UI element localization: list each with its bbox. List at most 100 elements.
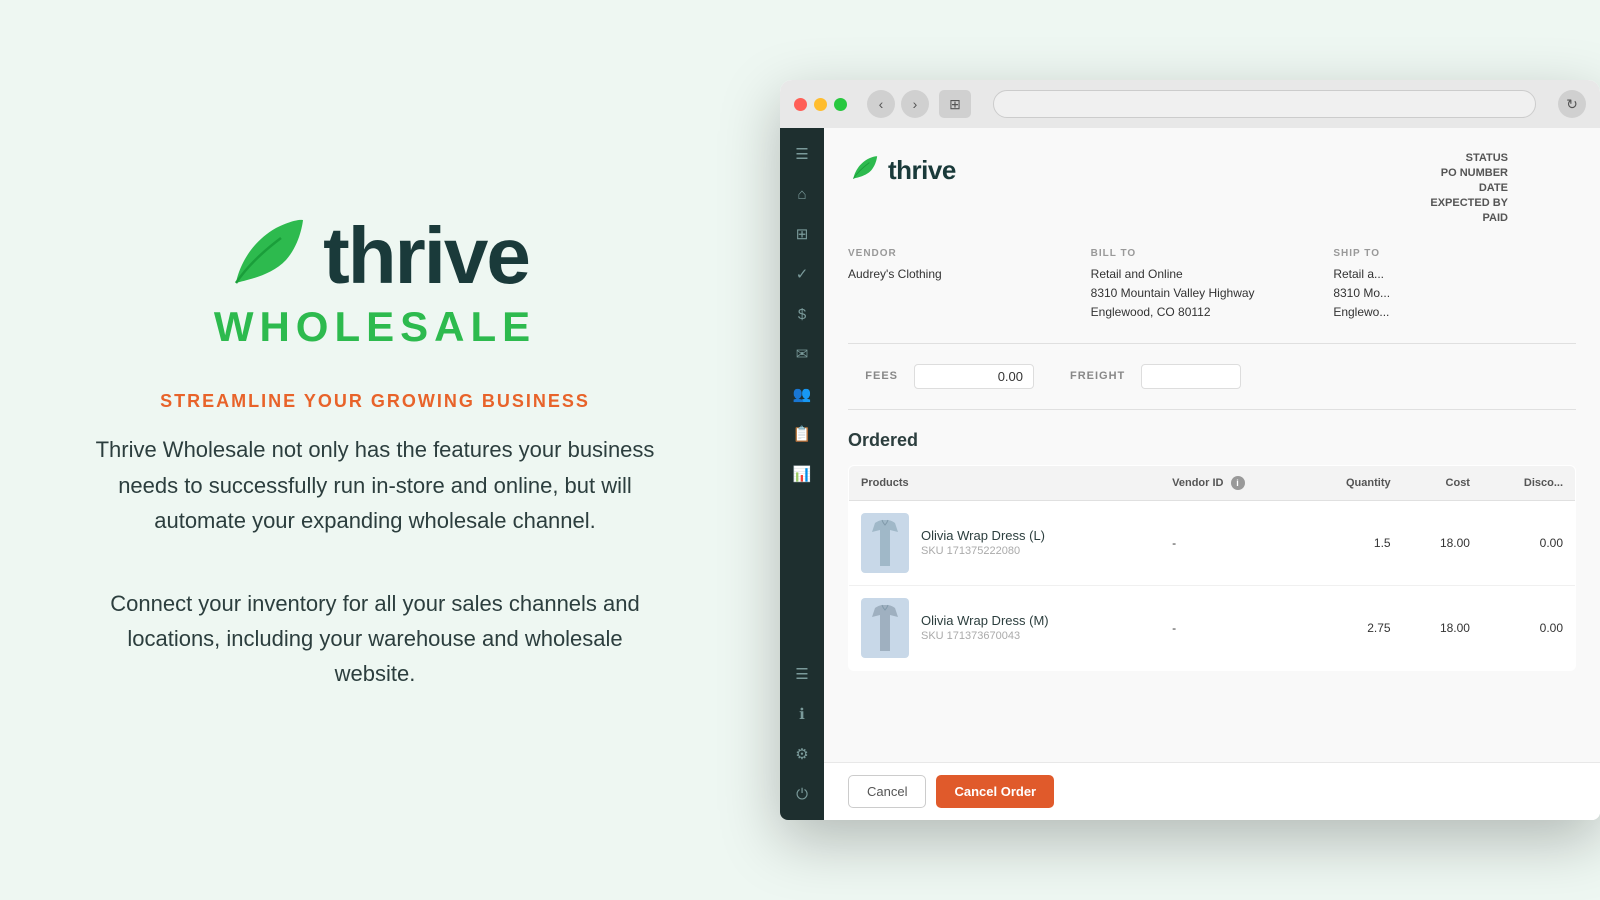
status-label: STATUS	[1418, 152, 1508, 164]
product-info-wrap-1: Olivia Wrap Dress (L) SKU 171375222080	[861, 513, 1148, 573]
sidebar-docs-icon[interactable]: 📋	[784, 416, 820, 452]
vendor-section: VENDOR Audrey's Clothing BILL TO Retail …	[848, 248, 1576, 344]
meta-row-po: PO NUMBER	[1418, 167, 1576, 179]
sidebar-home-icon[interactable]: ⌂	[784, 176, 820, 212]
back-button[interactable]: ‹	[867, 90, 895, 118]
vendor-id-1: -	[1160, 500, 1302, 585]
ordered-title: Ordered	[848, 430, 1576, 451]
bill-to-name: Retail and Online	[1091, 265, 1334, 284]
url-bar[interactable]	[993, 90, 1536, 118]
left-panel: thrive WHOLESALE STREAMLINE YOUR GROWING…	[0, 0, 750, 900]
product-cell-1: Olivia Wrap Dress (L) SKU 171375222080	[849, 500, 1161, 585]
layout-button[interactable]: ⊞	[939, 90, 971, 118]
product-sku-1: SKU 171375222080	[921, 545, 1045, 557]
quantity-1: 1.5	[1302, 500, 1403, 585]
logo-wholesale-text: WHOLESALE	[214, 303, 536, 351]
bill-to-col: BILL TO Retail and Online 8310 Mountain …	[1091, 248, 1334, 323]
minimize-button[interactable]	[814, 98, 827, 111]
sidebar-check-icon[interactable]: ✓	[784, 256, 820, 292]
sidebar-dollar-icon[interactable]: $	[784, 296, 820, 332]
expected-by-value	[1516, 197, 1576, 209]
col-discount: Disco...	[1482, 465, 1576, 500]
sidebar-menu-icon[interactable]: ☰	[784, 136, 820, 172]
product-cell-2: Olivia Wrap Dress (M) SKU 171373670043	[849, 585, 1161, 670]
paid-label: PAID	[1418, 212, 1508, 224]
browser-window: ‹ › ⊞ ↻ ☰ ⌂ ⊞ ✓ $ ✉ 👥 📋 📊 ☰ ℹ	[780, 80, 1600, 820]
discount-2: 0.00	[1482, 585, 1576, 670]
bill-to-address2: Englewood, CO 80112	[1091, 303, 1334, 322]
description-1: Thrive Wholesale not only has the featur…	[95, 432, 655, 538]
meta-row-date: DATE	[1418, 182, 1576, 194]
meta-row-paid: PAID	[1418, 212, 1576, 224]
fees-input[interactable]	[914, 364, 1034, 389]
freight-input[interactable]	[1141, 364, 1241, 389]
thrive-logo-small: thrive	[848, 152, 956, 189]
col-quantity: Quantity	[1302, 465, 1403, 500]
meta-row-status: STATUS	[1418, 152, 1576, 164]
freight-label: FREIGHT	[1070, 370, 1125, 382]
right-panel: ‹ › ⊞ ↻ ☰ ⌂ ⊞ ✓ $ ✉ 👥 📋 📊 ☰ ℹ	[750, 0, 1600, 900]
table-row: Olivia Wrap Dress (M) SKU 171373670043 -…	[849, 585, 1576, 670]
cancel-order-button[interactable]: Cancel Order	[936, 775, 1054, 808]
tagline: STREAMLINE YOUR GROWING BUSINESS	[160, 391, 590, 412]
po-number-value	[1516, 167, 1576, 179]
product-info-1: Olivia Wrap Dress (L) SKU 171375222080	[921, 528, 1045, 557]
discount-1: 0.00	[1482, 500, 1576, 585]
traffic-lights	[794, 98, 847, 111]
product-name-1: Olivia Wrap Dress (L)	[921, 528, 1045, 543]
leaf-sm-icon	[848, 152, 880, 189]
main-content: thrive STATUS PO NUMBER DATE	[824, 128, 1600, 820]
ship-to-label: SHIP TO	[1333, 248, 1576, 259]
sidebar-mail-icon[interactable]: ✉	[784, 336, 820, 372]
col-products: Products	[849, 465, 1161, 500]
maximize-button[interactable]	[834, 98, 847, 111]
order-header: thrive STATUS PO NUMBER DATE	[848, 152, 1576, 224]
paid-value	[1516, 212, 1576, 224]
description-2: Connect your inventory for all your sale…	[105, 586, 645, 692]
sidebar-power-icon[interactable]: ⏻	[784, 776, 820, 812]
sidebar-grid-icon[interactable]: ⊞	[784, 216, 820, 252]
forward-button[interactable]: ›	[901, 90, 929, 118]
status-value	[1516, 152, 1576, 164]
vendor-id-2: -	[1160, 585, 1302, 670]
sidebar-list-icon[interactable]: ☰	[784, 656, 820, 692]
logo-thrive-text: thrive	[323, 216, 529, 296]
browser-chrome: ‹ › ⊞ ↻	[780, 80, 1600, 128]
products-table: Products Vendor ID i Quantity Cost	[848, 465, 1576, 671]
app-container: ☰ ⌂ ⊞ ✓ $ ✉ 👥 📋 📊 ☰ ℹ ⚙ ⏻	[780, 128, 1600, 820]
table-row: Olivia Wrap Dress (L) SKU 171375222080 -…	[849, 500, 1576, 585]
logo-area: thrive WHOLESALE	[214, 208, 536, 351]
product-info-2: Olivia Wrap Dress (M) SKU 171373670043	[921, 613, 1049, 642]
ship-to-col: SHIP TO Retail a... 8310 Mo... Englewo..…	[1333, 248, 1576, 323]
sidebar: ☰ ⌂ ⊞ ✓ $ ✉ 👥 📋 📊 ☰ ℹ ⚙ ⏻	[780, 128, 824, 820]
col-vendor-id: Vendor ID i	[1160, 465, 1302, 500]
bill-to-address1: 8310 Mountain Valley Highway	[1091, 284, 1334, 303]
quantity-2: 2.75	[1302, 585, 1403, 670]
order-meta: STATUS PO NUMBER DATE EXPECTED BY	[1418, 152, 1576, 224]
product-name-2: Olivia Wrap Dress (M)	[921, 613, 1049, 628]
cancel-button[interactable]: Cancel	[848, 775, 926, 808]
sidebar-info-icon[interactable]: ℹ	[784, 696, 820, 732]
meta-row-expected: EXPECTED BY	[1418, 197, 1576, 209]
sidebar-settings-icon[interactable]: ⚙	[784, 736, 820, 772]
date-label: DATE	[1418, 182, 1508, 194]
sidebar-users-icon[interactable]: 👥	[784, 376, 820, 412]
sidebar-chart-icon[interactable]: 📊	[784, 456, 820, 492]
table-header-row: Products Vendor ID i Quantity Cost	[849, 465, 1576, 500]
bill-to-label: BILL TO	[1091, 248, 1334, 259]
logo-row: thrive	[221, 208, 529, 303]
browser-nav: ‹ › ⊞	[867, 90, 971, 118]
vendor-col: VENDOR Audrey's Clothing	[848, 248, 1091, 323]
bottom-actions: Cancel Cancel Order	[824, 762, 1600, 820]
reload-button[interactable]: ↻	[1558, 90, 1586, 118]
ship-to-address1: 8310 Mo...	[1333, 284, 1576, 303]
close-button[interactable]	[794, 98, 807, 111]
fees-label: FEES	[848, 370, 898, 382]
cost-1: 18.00	[1403, 500, 1482, 585]
col-cost: Cost	[1403, 465, 1482, 500]
cost-2: 18.00	[1403, 585, 1482, 670]
vendor-label: VENDOR	[848, 248, 1091, 259]
product-thumb-1	[861, 513, 909, 573]
thrive-logo-text-sm: thrive	[888, 155, 956, 186]
date-value	[1516, 182, 1576, 194]
